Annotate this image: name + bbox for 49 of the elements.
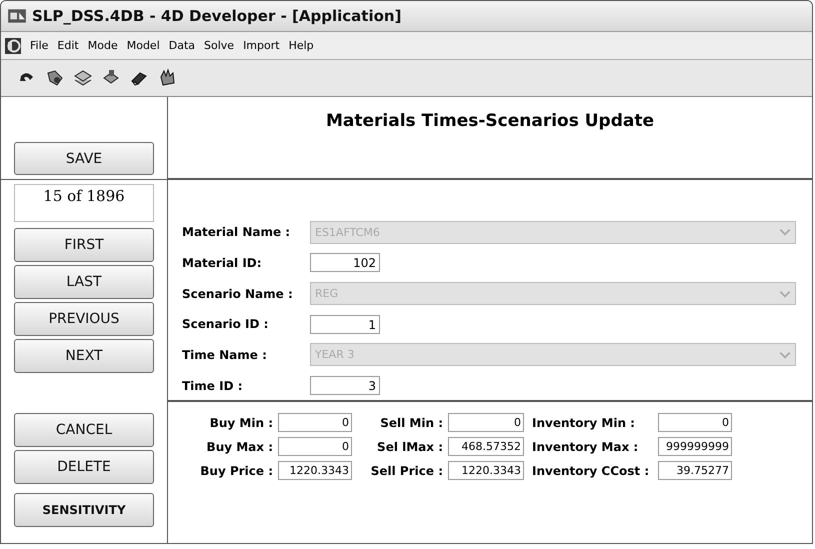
field-label: Inventory CCost : <box>531 464 650 478</box>
field-label: Material ID: <box>182 256 263 270</box>
field-label: Time Name : <box>182 348 268 362</box>
form-title: Materials Times-Scenarios Update <box>326 111 654 133</box>
nav-button[interactable]: PREVIOUS <box>14 302 154 336</box>
menu-item[interactable]: Edit <box>57 39 79 52</box>
field-label: Time ID : <box>182 378 244 393</box>
number-field[interactable]: 1220.3343 <box>278 461 352 480</box>
field-label: Sell Price : <box>370 464 444 478</box>
field-label: Buy Min : <box>208 416 274 430</box>
menu-item[interactable]: Model <box>126 39 160 52</box>
menu-item[interactable]: Solve <box>204 39 234 52</box>
menu-item[interactable]: Mode <box>88 39 118 52</box>
number-field[interactable]: 0 <box>278 437 352 456</box>
menu-item[interactable]: Help <box>288 39 314 52</box>
menu-item[interactable]: Import <box>243 39 280 52</box>
number-field[interactable]: 1 <box>310 314 380 334</box>
app-icon <box>7 7 27 25</box>
window-title: SLP_DSS.4DB - 4D Developer - [Application] <box>32 7 402 25</box>
nav-button[interactable]: NEXT <box>14 339 154 373</box>
field-label: Sell Min : <box>379 416 444 430</box>
field-label: Inventory Min : <box>531 416 636 430</box>
number-field[interactable]: 0 <box>448 413 524 432</box>
number-field[interactable]: 1220.3343 <box>448 461 524 480</box>
menu-item[interactable]: Data <box>168 39 196 52</box>
record-counter: 15 of 1896 <box>14 184 154 222</box>
number-field[interactable]: 999999999 <box>658 437 732 456</box>
layers-icon[interactable] <box>73 68 93 88</box>
action-button[interactable]: DELETE <box>14 450 154 484</box>
number-field[interactable]: 468.57352 <box>448 437 524 456</box>
action-button[interactable]: CANCEL <box>14 413 154 447</box>
field-label: Scenario Name : <box>182 286 294 301</box>
field-label: Inventory Max : <box>531 440 640 454</box>
sensitivity-button[interactable]: SENSITIVITY <box>14 493 154 527</box>
field-label: Material Name : <box>182 225 292 240</box>
field-label: Scenario ID : <box>182 317 270 332</box>
save-button[interactable]: SAVE <box>14 142 154 175</box>
logo-icon <box>5 38 21 54</box>
field-label: Sel lMax : <box>376 440 444 454</box>
field-label: Buy Price : <box>199 464 274 478</box>
number-field[interactable]: 0 <box>278 413 352 432</box>
number-field[interactable]: 102 <box>310 253 380 272</box>
number-field[interactable]: 3 <box>310 376 380 396</box>
field-label: Buy Max : <box>206 440 274 454</box>
number-field[interactable]: 39.75277 <box>658 461 732 480</box>
nav-button[interactable]: FIRST <box>14 228 154 262</box>
number-field[interactable]: 0 <box>658 413 732 432</box>
nav-button[interactable]: LAST <box>14 265 154 299</box>
menu-item[interactable]: File <box>30 39 48 52</box>
